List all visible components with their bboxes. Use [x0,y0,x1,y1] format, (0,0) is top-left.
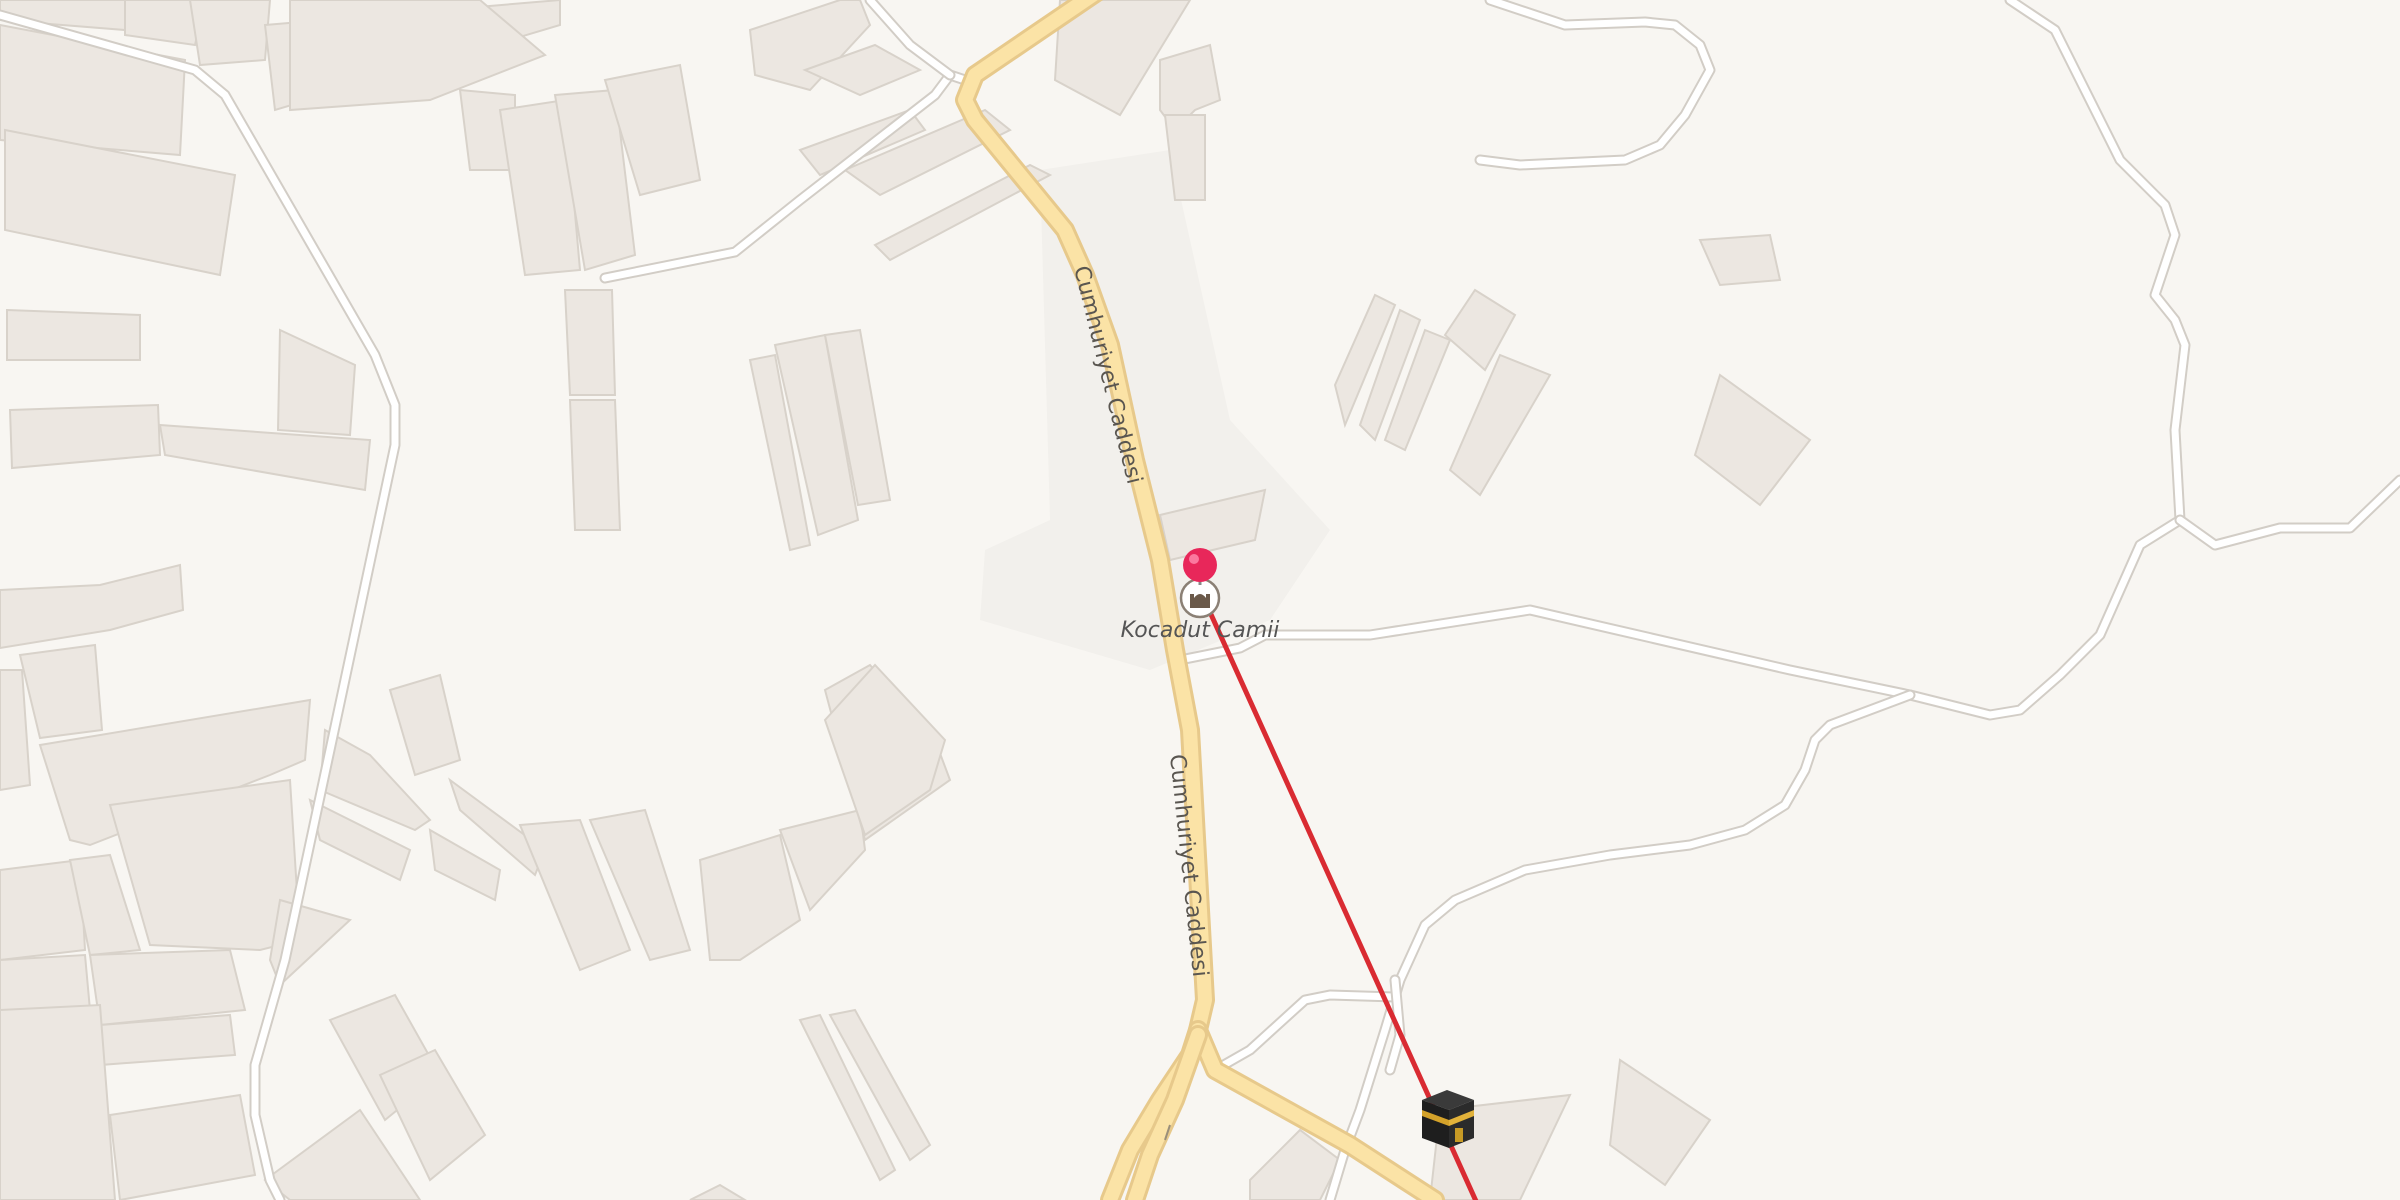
buildings-layer [0,0,952,1200]
kaaba-icon[interactable] [1422,1090,1474,1148]
map-svg[interactable]: Cumhuriyet Caddesi Cumhuriyet Caddesi Ko… [0,0,2400,1200]
mosque-grounds-area [980,150,1330,670]
poi-label-kocadut-camii[interactable]: Kocadut Camii [1121,618,1280,643]
map-canvas[interactable]: Cumhuriyet Caddesi Cumhuriyet Caddesi Ko… [0,0,2400,1200]
